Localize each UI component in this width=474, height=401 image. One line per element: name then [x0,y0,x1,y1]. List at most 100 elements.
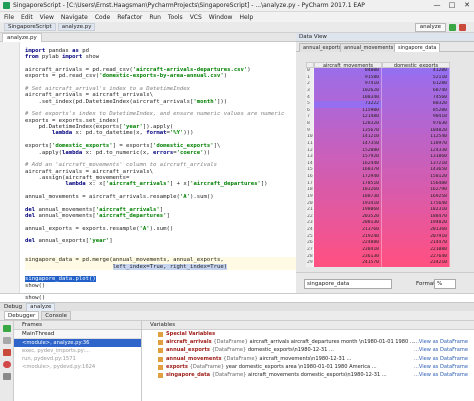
table-row[interactable]: 24 213760 201360 [306,227,450,234]
breadcrumb-project[interactable]: SingaporeScript [4,23,56,31]
code-line[interactable]: show() [25,283,296,289]
menu-code[interactable]: Code [95,14,110,21]
view-as-dataframe-link[interactable]: ...View as DataFrame [414,355,468,363]
table-cell: 91580 [314,74,382,82]
breakpoints-icon[interactable] [3,361,11,368]
tab-analyze-py[interactable]: analyze.py [2,33,42,42]
mute-breakpoints-icon[interactable] [3,373,11,380]
minimize-button[interactable]: — [430,0,444,12]
table-row[interactable]: 26 224880 214470 [306,240,450,247]
resume-icon[interactable] [3,325,11,332]
menu-navigate[interactable]: Navigate [61,14,88,21]
variable-row[interactable]: aircraft_arrivals {DataFrame} aircraft_a… [142,338,474,346]
frame-item[interactable]: <module>, pydevd.py:1624 [14,363,141,371]
code-token: # Set exports's index to DatetimeIndex, … [25,111,285,118]
table-row[interactable]: 10 141210 112540 [306,134,450,141]
code-token: x: pd.to_numeric(x, [82,149,153,156]
table-row[interactable]: 5 73222 80320 [306,101,450,108]
breadcrumb-file[interactable]: analyze.py [57,23,96,31]
code-line[interactable]: lambda x: x['aircraft_arrivals'] + x['ai… [25,181,296,187]
tab-console[interactable]: Console [41,311,72,320]
debug-sidebar [0,321,14,401]
table-row[interactable]: 19 188730 169250 [306,193,450,201]
code-token: del [25,206,36,213]
table-row[interactable]: 17 178510 156480 [306,180,450,188]
table-row[interactable]: 9 135670 104820 [306,127,450,135]
variable-row[interactable]: singapore_data {DataFrame} aircraft_move… [142,371,474,379]
tab-debugger[interactable]: Debugger [4,311,40,320]
frame-item[interactable]: exec, pydev_imports.py:... [14,347,141,355]
menu-edit[interactable]: Edit [21,14,33,21]
table-row[interactable]: 18 183260 162790 [306,187,450,194]
table-row[interactable]: 13 157920 131860 [306,154,450,161]
table-row[interactable]: 1 91580 52110 [306,74,450,82]
thread-select[interactable]: MainThread [14,330,141,339]
format-input[interactable]: % [434,279,456,289]
table-row[interactable]: 2 97410 61280 [306,81,450,88]
variable-row[interactable]: annual_exports {DataFrame} domestic_expo… [142,346,474,354]
debug-icon[interactable] [459,24,466,31]
table-row[interactable]: 27 230410 221080 [306,246,450,254]
stop-icon[interactable] [3,349,11,356]
table-row[interactable]: 11 147350 118970 [306,140,450,148]
menu-tools[interactable]: Tools [168,14,183,21]
variable-row[interactable]: Special Variables [142,330,474,338]
menu-file[interactable]: File [4,14,14,21]
table-row[interactable]: 16 172940 150120 [306,174,450,181]
menu-refactor[interactable]: Refactor [117,14,142,21]
menu-run[interactable]: Run [149,14,161,21]
run-config-select[interactable]: analyze [414,23,446,32]
code-token: 'year' [122,124,143,131]
table-cell: 7 [306,114,314,121]
view-as-dataframe-link[interactable]: ...View as DataFrame [414,363,468,371]
table-row[interactable]: 6 115900 85200 [306,107,450,115]
editor-gutter [0,42,20,293]
table-row[interactable]: 0 84000 41200 [306,68,450,75]
variable-row[interactable]: exports {DataFrame} year domestic_export… [142,363,474,371]
table-row[interactable]: 20 193410 175640 [306,200,450,208]
table-row[interactable]: 7 121480 90410 [306,114,450,121]
code-token: 'coerce' [176,149,204,156]
menu-help[interactable]: Help [239,14,253,21]
pause-icon[interactable] [3,337,11,344]
table-row[interactable]: 15 168370 143650 [306,167,450,174]
table-cell: 104820 [382,127,450,135]
tab-annual-movements[interactable]: annual_movements [340,43,398,52]
frame-item[interactable]: <module>, analyze.py:36 [14,339,141,347]
table-row[interactable]: 4 108340 74560 [306,94,450,102]
table-row[interactable]: 25 219240 207910 [306,233,450,241]
code-token: # Set aircraft_arrival's index to a Date… [25,86,191,93]
close-button[interactable]: ✕ [460,0,474,12]
view-expression-input[interactable]: singapore_data [304,279,392,289]
variable-row[interactable]: annual_movements {DataFrame} aircraft_mo… [142,355,474,363]
table-row[interactable]: 14 162440 137210 [306,160,450,168]
table-row[interactable]: 23 208130 194820 [306,220,450,227]
data-view-tabs: annual_exports annual_movements singapor… [296,42,474,52]
variable-name: Special Variables [166,331,216,337]
table-body: 0 84000 41200 1 91580 52110 2 97410 61280 3 102620… [306,68,450,267]
variables-panel: Variables Special Variables aircraft_arr… [142,321,474,401]
data-view-body: aircraft_movements domestic_exports 0 840… [296,52,474,272]
table-row[interactable]: 29 241570 234210 [306,260,450,267]
view-as-dataframe-link[interactable]: ...View as DataFrame [414,338,468,346]
table-row[interactable]: 8 128320 97630 [306,121,450,128]
table-row[interactable]: 21 198060 182310 [306,207,450,214]
table-cell: 137210 [382,160,450,168]
view-as-dataframe-link[interactable]: ...View as DataFrame [414,346,468,354]
menu-vcs[interactable]: VCS [190,14,202,21]
table-cell: 90410 [382,114,450,121]
code-token: 'aircraft_departures' [190,181,261,188]
menu-window[interactable]: Window [209,14,233,21]
table-row[interactable]: 12 152080 124330 [306,147,450,155]
tab-singapore-data[interactable]: singapore_data [394,43,441,52]
maximize-button[interactable]: □ [445,0,459,12]
code-editor[interactable]: import pandas as pd from pylab import sho… [20,42,296,293]
tab-annual-exports[interactable]: annual_exports [299,43,346,52]
table-row[interactable]: 3 102620 68740 [306,87,450,95]
menu-view[interactable]: View [40,14,54,21]
frame-item[interactable]: run, pydevd.py:1571 [14,355,141,363]
run-icon[interactable] [449,24,456,31]
table-row[interactable]: 22 203520 188470 [306,213,450,221]
table-row[interactable]: 28 236130 227640 [306,253,450,261]
view-as-dataframe-link[interactable]: ...View as DataFrame [414,371,468,379]
